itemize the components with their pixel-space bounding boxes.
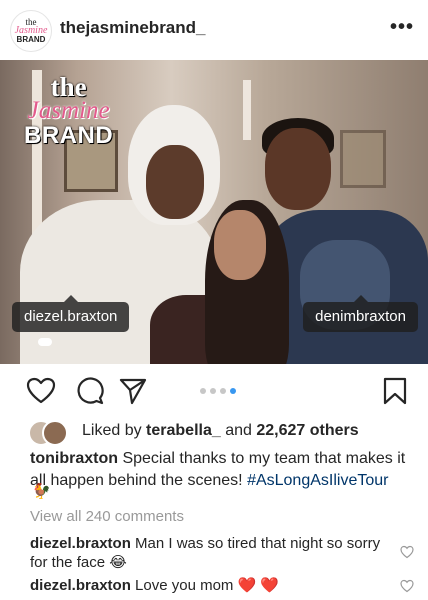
wall-light [243, 80, 251, 140]
wall-frame [340, 130, 386, 188]
profile-avatar[interactable]: the Jasmine BRAND [10, 10, 52, 52]
post-photo[interactable]: the Jasmine BRAND diezel.braxton denimbr… [0, 60, 428, 364]
comment-text: Love you mom [130, 577, 238, 594]
rooster-emoji: 🐓 [32, 483, 51, 500]
liker-avatar [42, 420, 68, 446]
brand-watermark: the Jasmine BRAND [24, 74, 113, 148]
watermark-brand: BRAND [24, 122, 114, 149]
share-icon[interactable] [118, 376, 148, 406]
post-caption: tonibraxton Special thanks to my team th… [30, 448, 410, 492]
carousel-dot [200, 388, 206, 394]
comment-item: diezel.braxton Man I was so tired that n… [30, 534, 390, 572]
more-options-icon[interactable]: ••• [390, 16, 414, 39]
comment-icon[interactable] [75, 376, 105, 406]
likes-middle: and [220, 422, 257, 439]
carousel-dot [230, 388, 236, 394]
watermark-jasmine: Jasmine [27, 97, 110, 124]
bookmark-icon[interactable] [380, 376, 410, 406]
comment-username[interactable]: diezel.braxton [30, 577, 131, 594]
heart-emoji: ❤️ ❤️ [237, 577, 280, 594]
tag-indicator-icon[interactable] [38, 338, 52, 346]
post-header: the Jasmine BRAND thejasminebrand_ ••• [0, 0, 428, 58]
likes-text: Liked by terabella_ and 22,627 others [82, 418, 359, 444]
action-bar [0, 370, 428, 414]
caption-hashtag[interactable]: #AsLongAsIliveTour [247, 472, 388, 489]
likes-prefix: Liked by [82, 422, 147, 439]
avatar-text-brand: BRAND [16, 35, 46, 44]
post-username[interactable]: thejasminebrand_ [60, 18, 206, 38]
comment-like-icon[interactable] [400, 579, 414, 593]
view-all-comments-link[interactable]: View all 240 comments [30, 508, 184, 525]
carousel-dot [210, 388, 216, 394]
person-left-face [146, 145, 204, 219]
likes-user[interactable]: terabella_ [146, 422, 221, 439]
comment-username[interactable]: diezel.braxton [30, 535, 131, 552]
comment-item: diezel.braxton Love you mom ❤️ ❤️ [30, 576, 390, 595]
person-center-face [214, 210, 266, 280]
person-right-face [265, 128, 331, 210]
carousel-indicator [200, 388, 240, 396]
user-tag-diezel[interactable]: diezel.braxton [12, 295, 130, 332]
likes-count[interactable]: 22,627 others [256, 422, 358, 439]
heart-icon[interactable] [26, 376, 56, 406]
carousel-dot [220, 388, 226, 394]
liker-avatars [28, 420, 74, 446]
caption-username[interactable]: tonibraxton [30, 450, 118, 467]
comment-like-icon[interactable] [400, 545, 414, 559]
user-tag-denim[interactable]: denimbraxton [303, 295, 418, 332]
